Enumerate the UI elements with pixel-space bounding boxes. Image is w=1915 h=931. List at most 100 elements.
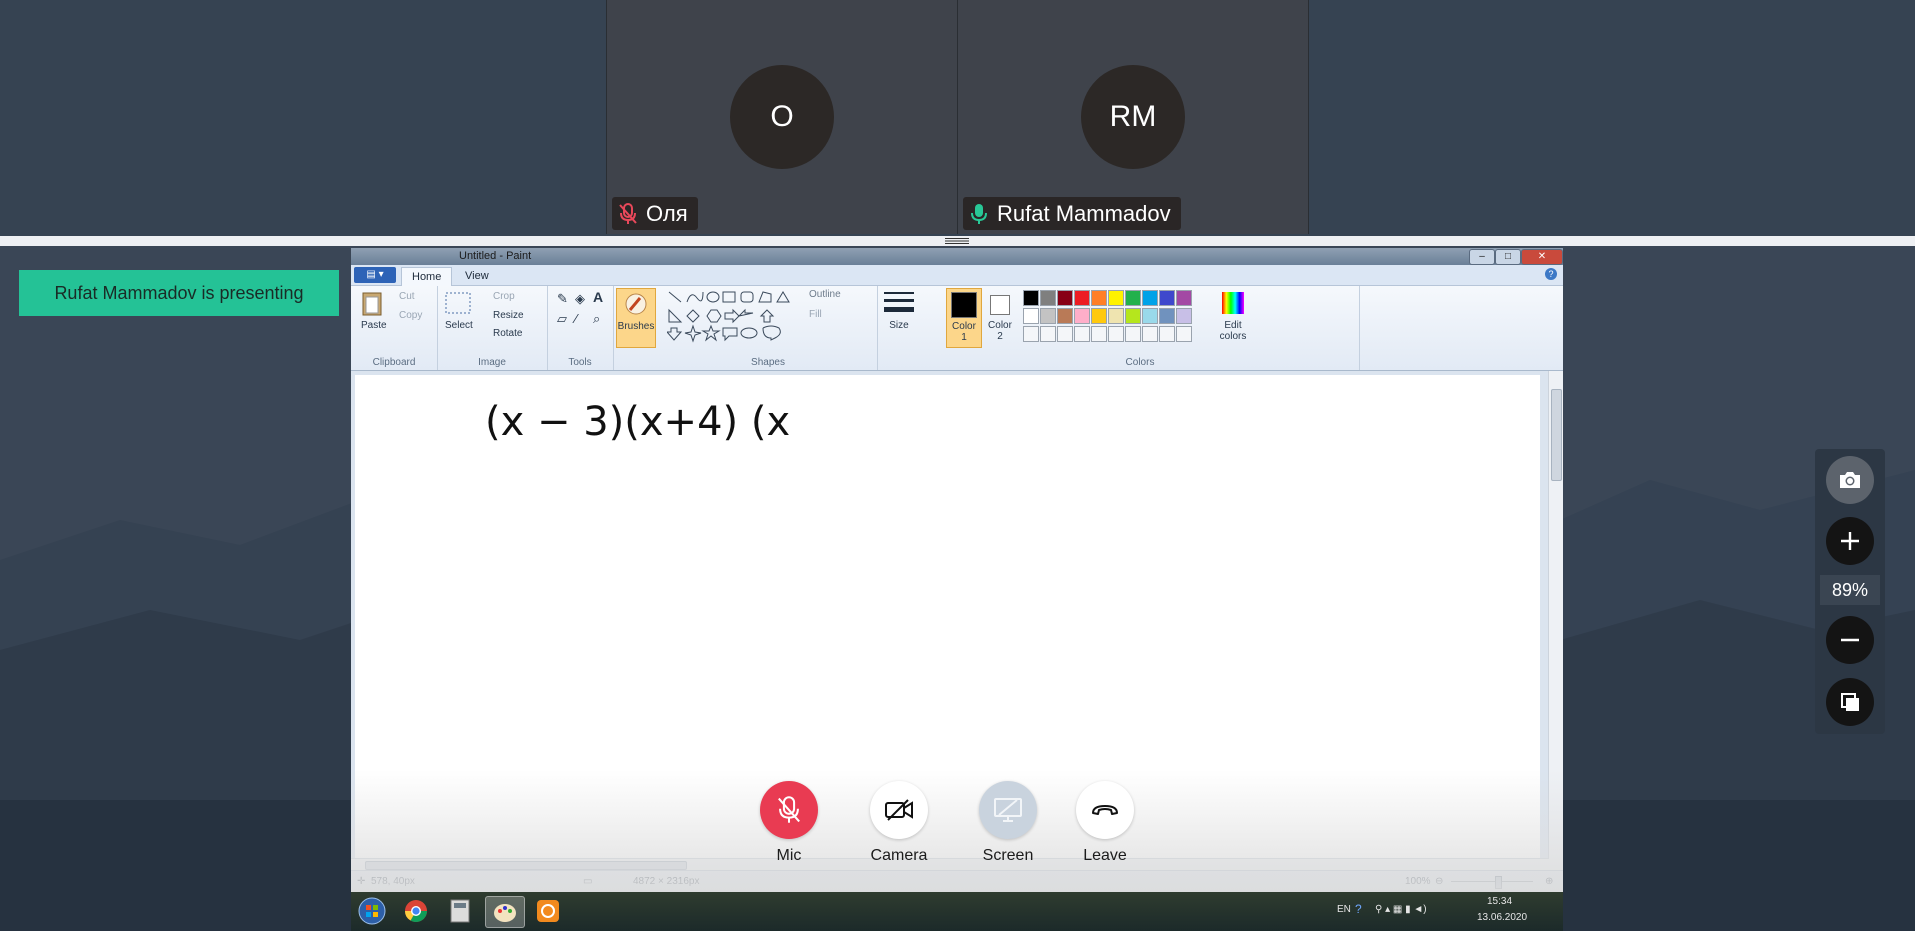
eraser-icon[interactable]: ▱ bbox=[557, 311, 567, 327]
tools-group: ✎ ◈ A ▱ ⁄ ⌕ Tools bbox=[547, 286, 614, 370]
brush-icon bbox=[625, 293, 647, 315]
language-indicator[interactable]: EN bbox=[1337, 904, 1351, 915]
text-tool-icon[interactable]: A bbox=[593, 289, 603, 305]
image-group: Select Crop Resize Rotate Image bbox=[437, 286, 548, 370]
paint-taskbar-item[interactable] bbox=[485, 896, 525, 928]
line-size-icon[interactable] bbox=[884, 290, 914, 316]
hang-up-icon bbox=[1092, 805, 1118, 815]
zoom-value: 89% bbox=[1820, 575, 1880, 605]
handwritten-expression: (x − 3)(x+4) (x + 5) bbox=[485, 399, 805, 445]
vertical-scrollbar[interactable] bbox=[1548, 371, 1563, 871]
help-tray-icon[interactable]: ? bbox=[1355, 902, 1362, 916]
help-icon[interactable]: ? bbox=[1545, 268, 1557, 280]
zoom-out-icon[interactable]: ⊖ bbox=[1435, 876, 1443, 887]
clock-time[interactable]: 15:34 bbox=[1487, 896, 1512, 907]
chrome-taskbar-item[interactable] bbox=[397, 896, 435, 926]
camera-button[interactable]: Camera bbox=[869, 781, 929, 865]
camera-circle[interactable] bbox=[870, 781, 928, 839]
cursor-position: 578, 40px bbox=[371, 876, 415, 887]
copy-button[interactable]: Copy bbox=[399, 310, 422, 321]
leave-label: Leave bbox=[1083, 847, 1127, 864]
camera-off-icon bbox=[885, 799, 913, 821]
window-title: Untitled - Paint bbox=[459, 250, 532, 262]
paste-button[interactable]: Paste bbox=[361, 320, 387, 331]
screen-circle[interactable] bbox=[979, 781, 1037, 839]
colors-group: Colors bbox=[921, 286, 1360, 370]
edit-colors-button[interactable]: Edit colors bbox=[1213, 288, 1253, 346]
participant-tile[interactable]: RM Rufat Mammadov bbox=[957, 0, 1309, 234]
app-taskbar-item[interactable] bbox=[529, 896, 567, 926]
windows-logo-icon bbox=[358, 897, 386, 925]
zoom-panel: 89% bbox=[1815, 449, 1885, 734]
fill-dropdown[interactable]: Fill bbox=[809, 309, 822, 320]
edit-colors-label-2: colors bbox=[1219, 331, 1247, 342]
edit-colors-label: Edit bbox=[1224, 320, 1242, 331]
participant-strip: O Оля RM Rufat Mammadov bbox=[0, 0, 1915, 236]
outline-dropdown[interactable]: Outline bbox=[809, 289, 841, 300]
zoom-in-icon[interactable]: ⊕ bbox=[1545, 876, 1553, 887]
paint-icon bbox=[494, 904, 516, 922]
color-picker-icon[interactable]: ⁄ bbox=[575, 311, 577, 326]
select-button[interactable]: Select bbox=[445, 320, 473, 331]
participant-nametag: Rufat Mammadov bbox=[963, 197, 1181, 230]
participant-tile[interactable]: O Оля bbox=[606, 0, 958, 234]
edit-colors-icon bbox=[1222, 292, 1244, 314]
tray-icons[interactable]: ⚲ ▴ ▦ ▮ ◄) bbox=[1375, 904, 1427, 915]
tab-view[interactable]: View bbox=[455, 267, 499, 285]
close-button[interactable]: ✕ bbox=[1521, 249, 1563, 265]
paste-icon bbox=[362, 292, 382, 316]
brushes-group: Brushes bbox=[613, 286, 657, 370]
cursor-icon: ✛ bbox=[357, 876, 366, 887]
start-button[interactable] bbox=[353, 896, 391, 926]
maximize-button[interactable]: □ bbox=[1495, 249, 1521, 265]
cut-button[interactable]: Cut bbox=[399, 291, 415, 302]
windows-taskbar: EN ? ⚲ ▴ ▦ ▮ ◄) 15:34 13.06.2020 bbox=[351, 892, 1563, 931]
resize-button[interactable]: Resize bbox=[493, 310, 524, 321]
leave-circle[interactable] bbox=[1076, 781, 1134, 839]
participant-name: Оля bbox=[646, 200, 688, 226]
zoom-out-button[interactable] bbox=[1826, 616, 1874, 664]
size-label[interactable]: Size bbox=[877, 320, 921, 331]
drawing-canvas[interactable]: (x − 3)(x+4) (x + 5) bbox=[355, 375, 1540, 865]
avatar: RM bbox=[1081, 65, 1185, 169]
avatar: O bbox=[730, 65, 834, 169]
ribbon: Paste Cut Copy Clipboard Select Crop Res… bbox=[351, 286, 1563, 371]
zoom-level: 100% bbox=[1405, 876, 1431, 887]
brushes-button[interactable]: Brushes bbox=[616, 288, 656, 348]
copy-window-icon bbox=[1841, 693, 1859, 711]
rotate-button[interactable]: Rotate bbox=[493, 328, 522, 339]
shapes-group: Outline Fill Shapes bbox=[659, 286, 878, 370]
group-label: Tools bbox=[568, 357, 592, 368]
shapes-gallery-icon[interactable] bbox=[667, 290, 795, 344]
screenshot-button[interactable] bbox=[1826, 456, 1874, 504]
minimize-button[interactable]: – bbox=[1469, 249, 1495, 265]
zoom-slider[interactable] bbox=[1451, 881, 1533, 882]
clipboard-group: Paste Cut Copy Clipboard bbox=[351, 286, 438, 370]
screen-share-button[interactable]: Screen bbox=[978, 781, 1038, 865]
scroll-thumb[interactable] bbox=[1551, 389, 1562, 481]
pencil-icon[interactable]: ✎ bbox=[557, 291, 568, 307]
scroll-thumb[interactable] bbox=[365, 861, 687, 870]
calculator-taskbar-item[interactable] bbox=[441, 896, 479, 926]
tab-home[interactable]: Home bbox=[401, 267, 453, 286]
crop-button[interactable]: Crop bbox=[493, 291, 515, 302]
magnifier-icon[interactable]: ⌕ bbox=[593, 311, 600, 327]
leave-button[interactable]: Leave bbox=[1075, 781, 1135, 865]
mic-button[interactable]: Mic bbox=[759, 781, 819, 865]
group-label: Image bbox=[478, 357, 506, 368]
zoom-in-button[interactable] bbox=[1826, 517, 1874, 565]
calculator-icon bbox=[450, 899, 470, 923]
fill-bucket-icon[interactable]: ◈ bbox=[575, 291, 585, 307]
zoom-slider-thumb[interactable] bbox=[1495, 876, 1502, 889]
screen-share-icon bbox=[994, 798, 1022, 822]
fit-screen-button[interactable] bbox=[1826, 678, 1874, 726]
mic-icon bbox=[971, 203, 987, 224]
clock-date[interactable]: 13.06.2020 bbox=[1477, 912, 1527, 923]
presenting-banner: Rufat Mammadov is presenting bbox=[19, 270, 339, 316]
minus-icon bbox=[1841, 638, 1859, 642]
file-menu-button[interactable]: ▤ ▾ bbox=[354, 267, 396, 283]
drag-handle-icon[interactable] bbox=[945, 237, 969, 245]
canvas-area: (x − 3)(x+4) (x + 5) bbox=[351, 371, 1563, 871]
mic-circle[interactable] bbox=[760, 781, 818, 839]
group-label: Shapes bbox=[751, 357, 785, 368]
